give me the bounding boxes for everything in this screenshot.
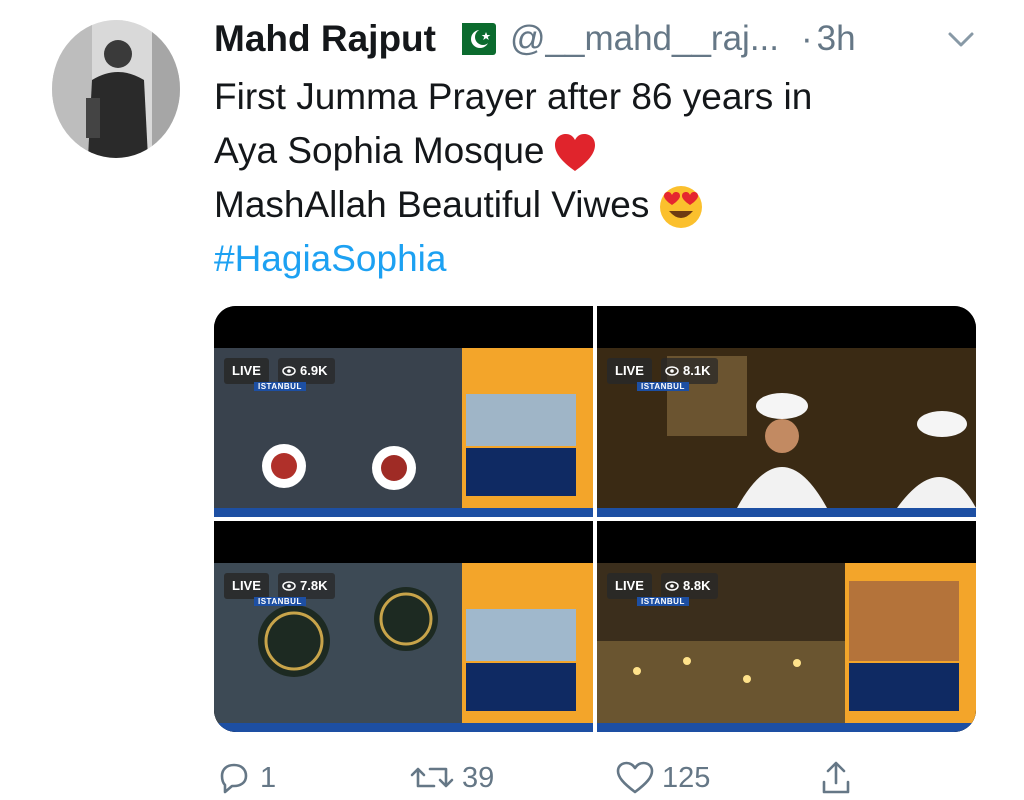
media-tile-1[interactable]: LIVE 6.9K ISTANBUL bbox=[214, 306, 593, 517]
separator-dot: · bbox=[801, 19, 813, 58]
tweet-header: Mahd Rajput @__mahd__raj... · 3h bbox=[214, 14, 856, 64]
view-count: 6.9K bbox=[278, 358, 336, 384]
media-tile-4[interactable]: LIVE 8.8K ISTANBUL bbox=[597, 521, 976, 732]
reply-count: 1 bbox=[260, 761, 277, 794]
tweet-line-3: MashAllah Beautiful Viwes bbox=[214, 178, 994, 232]
view-count-value: 8.1K bbox=[683, 363, 711, 378]
avatar[interactable] bbox=[52, 20, 180, 158]
tweet-line-1: First Jumma Prayer after 86 years in bbox=[214, 76, 813, 117]
tweet-line-2-text: Aya Sophia Mosque bbox=[214, 130, 545, 171]
eye-icon bbox=[665, 581, 679, 591]
video-thumbnail bbox=[214, 306, 593, 517]
view-count-value: 6.9K bbox=[300, 363, 328, 378]
media-tile-2[interactable]: LIVE 8.1K ISTANBUL bbox=[597, 306, 976, 517]
author-name[interactable]: Mahd Rajput bbox=[214, 18, 436, 60]
live-badge: LIVE bbox=[607, 358, 652, 384]
location-tag: ISTANBUL bbox=[637, 382, 689, 391]
reply-button[interactable]: 1 bbox=[214, 756, 276, 800]
red-heart-emoji bbox=[554, 134, 595, 172]
video-thumbnail bbox=[597, 306, 976, 517]
location-tag: ISTANBUL bbox=[254, 382, 306, 391]
author-handle[interactable]: @__mahd__raj... bbox=[510, 19, 779, 59]
hashtag-link[interactable]: #HagiaSophia bbox=[214, 232, 994, 286]
media-tile-3[interactable]: LIVE 7.8K ISTANBUL bbox=[214, 521, 593, 732]
tweet-actions: 1 39 125 bbox=[214, 756, 994, 800]
retweet-count: 39 bbox=[462, 761, 495, 794]
tweet-line-3-text: MashAllah Beautiful Viwes bbox=[214, 184, 650, 225]
heart-eyes-emoji bbox=[660, 186, 703, 229]
retweet-icon bbox=[410, 767, 454, 788]
eye-icon bbox=[282, 581, 296, 591]
view-count: 8.8K bbox=[661, 573, 719, 599]
tweet-line-2: Aya Sophia Mosque bbox=[214, 124, 994, 178]
location-tag: ISTANBUL bbox=[637, 597, 689, 606]
reply-icon bbox=[220, 763, 248, 794]
live-badge: LIVE bbox=[224, 358, 269, 384]
like-count: 125 bbox=[662, 761, 711, 794]
view-count: 8.1K bbox=[661, 358, 719, 384]
timestamp[interactable]: 3h bbox=[817, 19, 856, 59]
share-button[interactable] bbox=[816, 756, 856, 800]
video-thumbnail bbox=[597, 521, 976, 732]
eye-icon bbox=[665, 366, 679, 376]
eye-icon bbox=[282, 366, 296, 376]
view-count-value: 8.8K bbox=[683, 578, 711, 593]
like-button[interactable]: 125 bbox=[614, 756, 710, 800]
like-icon bbox=[616, 761, 654, 794]
pakistan-flag-icon bbox=[449, 23, 496, 55]
video-thumbnail bbox=[214, 521, 593, 732]
view-count: 7.8K bbox=[278, 573, 336, 599]
view-count-value: 7.8K bbox=[300, 578, 328, 593]
tweet-text: First Jumma Prayer after 86 years in Aya… bbox=[214, 70, 994, 286]
location-tag: ISTANBUL bbox=[254, 597, 306, 606]
share-icon bbox=[822, 761, 850, 794]
live-badge: LIVE bbox=[224, 573, 269, 599]
chevron-down-icon[interactable] bbox=[944, 26, 978, 52]
retweet-button[interactable]: 39 bbox=[408, 756, 494, 800]
avatar-photo bbox=[52, 20, 180, 158]
media-grid: LIVE 6.9K ISTANBUL LIVE 8.1K ISTANBUL LI… bbox=[214, 306, 976, 732]
live-badge: LIVE bbox=[607, 573, 652, 599]
